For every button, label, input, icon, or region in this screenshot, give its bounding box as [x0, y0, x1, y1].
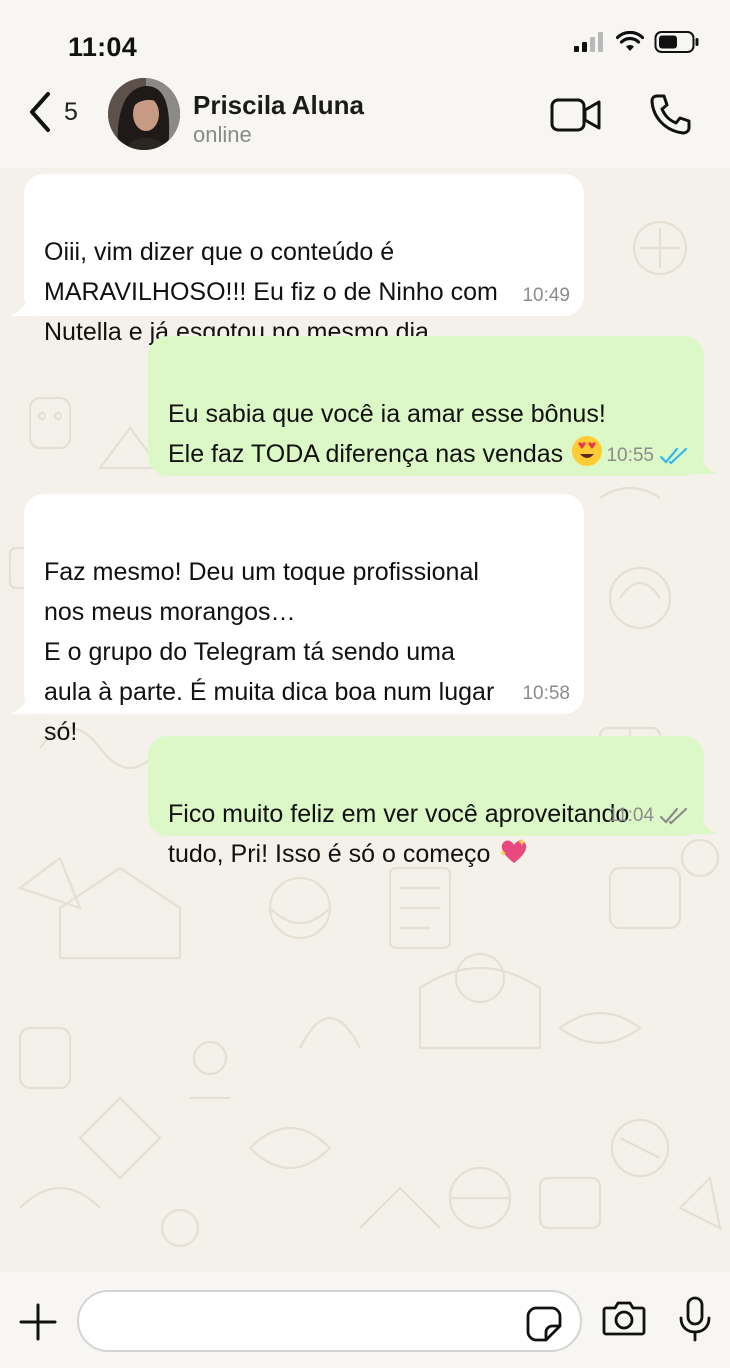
message-meta: 11:04: [608, 806, 690, 826]
chevron-left-icon: [30, 92, 50, 132]
double-check-read-icon: [660, 447, 688, 465]
chat-area[interactable]: Oiii, vim dizer que o conteúdo é MARAVIL…: [0, 168, 730, 1272]
status-bar-time: 11:04: [68, 32, 138, 62]
contact-status: online: [193, 122, 252, 147]
signal-icon: [574, 32, 603, 52]
phone-icon[interactable]: [648, 92, 692, 136]
message-input-wrapper: [77, 1290, 582, 1352]
sticker-icon[interactable]: [526, 1306, 562, 1342]
avatar[interactable]: [108, 78, 180, 150]
composer-bar: [0, 1272, 730, 1368]
contact-name[interactable]: Priscila Aluna: [193, 90, 364, 121]
message-input[interactable]: [101, 1292, 525, 1350]
message-text-body: Fico muito feliz em ver você aproveitand…: [168, 800, 630, 868]
message-meta: 10:49: [522, 286, 570, 306]
double-check-delivered-icon: [660, 807, 688, 825]
message-text-body: Eu sabia que você ia amar esse bônus! El…: [168, 400, 606, 468]
message-time: 10:58: [522, 683, 570, 704]
message-time: 10:49: [522, 285, 570, 306]
message-bubble-outgoing[interactable]: Eu sabia que você ia amar esse bônus! El…: [148, 336, 704, 476]
message-time: 11:04: [607, 805, 654, 826]
sparkling-heart-emoji: [500, 838, 527, 863]
microphone-icon[interactable]: [678, 1296, 712, 1342]
message-meta: 10:55: [606, 446, 690, 466]
message-text: Oiii, vim dizer que o conteúdo é MARAVIL…: [44, 238, 498, 346]
status-bar-icons: [572, 30, 700, 54]
message-text: Fico muito feliz em ver você aproveitand…: [168, 794, 684, 874]
heart-eyes-emoji: [572, 436, 603, 466]
back-button[interactable]: 5: [26, 90, 78, 134]
bubble-tail: [690, 454, 718, 474]
camera-icon[interactable]: [602, 1300, 646, 1336]
bubble-tail: [690, 814, 718, 834]
wifi-icon: [616, 31, 644, 51]
message-bubble-incoming[interactable]: Oiii, vim dizer que o conteúdo é MARAVIL…: [24, 174, 584, 346]
message-meta: 10:58: [522, 684, 570, 704]
battery-icon: [654, 31, 699, 53]
message-time: 10:55: [606, 445, 654, 466]
plus-icon[interactable]: [18, 1302, 58, 1342]
contact-photo: [108, 78, 180, 150]
message-bubble-outgoing[interactable]: Fico muito feliz em ver você aproveitand…: [148, 736, 704, 868]
video-call-icon[interactable]: [550, 96, 602, 134]
message-text: Faz mesmo! Deu um toque profissional nos…: [44, 558, 495, 746]
message-bubble-incoming[interactable]: Faz mesmo! Deu um toque profissional nos…: [24, 494, 584, 746]
chat-header: 11:04 5 Priscila Aluna online: [0, 0, 730, 168]
unread-count: 5: [64, 97, 78, 126]
